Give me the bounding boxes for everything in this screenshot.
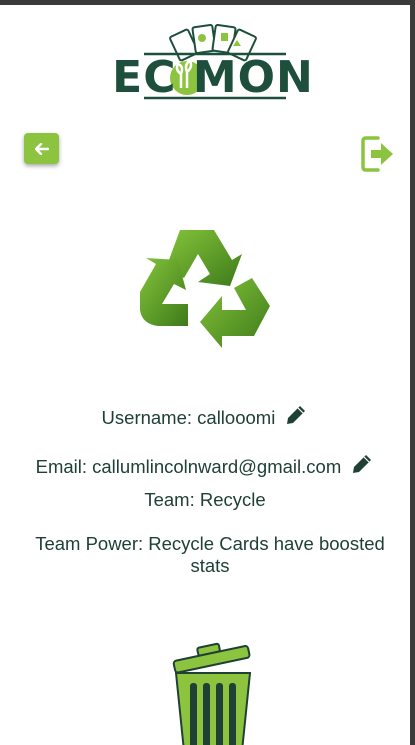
logout-button[interactable] [361, 135, 396, 173]
logo-text: EC MON [112, 52, 314, 103]
username-text: Username: callooomi [101, 407, 276, 428]
edit-username-button[interactable] [284, 403, 308, 432]
sign-out-icon [361, 136, 393, 172]
team-text: Team: Recycle [144, 489, 266, 510]
trash-bin-icon [172, 642, 252, 745]
ecomon-logo: EC MON [110, 22, 316, 107]
email-text: Email: callumlincolnward@gmail.com [35, 456, 342, 477]
username-row: Username: callooomi [0, 403, 410, 432]
delete-account-button[interactable] [170, 641, 256, 745]
email-row: Email: callumlincolnward@gmail.com [0, 452, 410, 481]
team-power-text: Team Power: Recycle Cards have boosted s… [35, 533, 385, 576]
arrow-left-icon [34, 142, 49, 155]
pencil-icon [287, 406, 306, 424]
edit-email-button[interactable] [350, 452, 374, 481]
back-button[interactable] [24, 133, 59, 164]
profile-screen: EC MON Username: callooomi Email: callum… [0, 5, 410, 745]
pencil-icon [353, 455, 372, 473]
recycle-icon [138, 224, 272, 356]
